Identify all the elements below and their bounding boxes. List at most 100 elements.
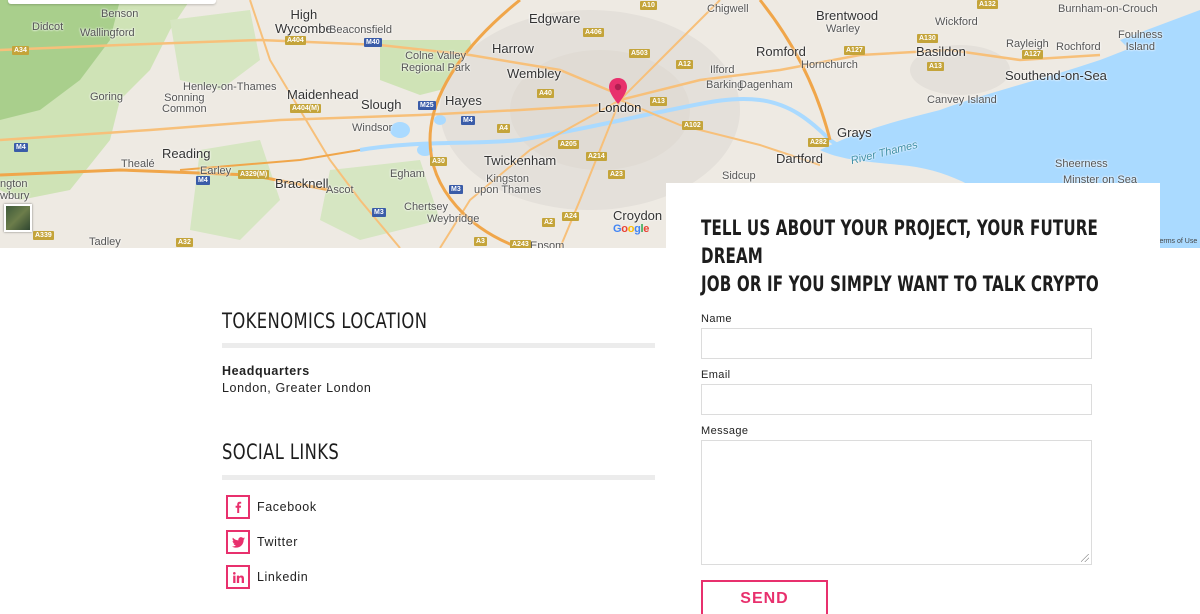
name-label: Name [701, 313, 732, 325]
road-shield: A13 [650, 97, 667, 106]
map-place-label: Southend-on-Sea [1005, 68, 1107, 83]
send-button[interactable]: SEND [701, 580, 828, 614]
map-place-label: Beaconsfield [329, 24, 392, 36]
road-shield: A127 [1022, 50, 1043, 59]
road-shield: A130 [917, 34, 938, 43]
road-shield: M25 [418, 101, 436, 110]
email-input[interactable] [701, 384, 1092, 415]
road-shield: A132 [977, 0, 998, 9]
road-shield: A4 [497, 124, 510, 133]
location-title: Tokenomics Location [222, 309, 428, 333]
map-place-label: Colne Valley Regional Park [401, 50, 471, 74]
map-top-control [8, 0, 216, 4]
twitter-label: Twitter [257, 535, 299, 549]
social-link-twitter[interactable]: Twitter [226, 530, 298, 554]
road-shield: A23 [608, 170, 625, 179]
map-place-label: Ascot [326, 184, 354, 196]
social-link-linkedin[interactable]: Linkedin [226, 565, 308, 589]
road-shield: A2 [542, 218, 555, 227]
linkedin-label: Linkedin [257, 570, 309, 584]
map-place-label: Edgware [529, 11, 581, 26]
map-place-label: Epsom [530, 240, 565, 248]
twitter-icon [226, 530, 250, 554]
map-place-label: Tadley [89, 236, 121, 248]
map-place-label: Burnham-on-Crouch [1058, 3, 1158, 15]
map-place-label: Harrow [492, 41, 534, 56]
heading-line-2: job or if you simply want to talk crypto [701, 272, 1099, 296]
map-city-label: London [598, 100, 642, 115]
contact-form-card: Tell us about your project, your future … [666, 183, 1160, 614]
road-shield: M4 [196, 176, 210, 185]
map-place-label: Canvey Island [927, 94, 997, 106]
social-links-title: Social links [222, 440, 340, 464]
map-place-label: Chigwell [707, 3, 749, 15]
map-place-label: Sidcup [722, 170, 756, 182]
map-place-label: Wickford [935, 16, 978, 28]
map-place-label: Rayleigh [1006, 38, 1049, 50]
map-place-label: Benson [101, 8, 139, 20]
map-place-label: Slough [361, 97, 402, 112]
headquarters-label: Headquarters [222, 364, 310, 378]
map-place-label: Weybridge [427, 213, 480, 225]
message-field-group: Message [701, 425, 1092, 565]
map-place-label: Croydon [613, 208, 663, 223]
map-place-label: Thealé [121, 158, 155, 170]
road-shield: A3 [474, 237, 487, 246]
map-place-label: Kingston upon Thames [474, 173, 542, 196]
map-place-label: Chertsey [404, 201, 449, 213]
map-place-label: Rochford [1056, 41, 1101, 53]
social-link-facebook[interactable]: Facebook [226, 495, 317, 519]
map-place-label: Windsor [352, 122, 393, 134]
road-shield: A214 [586, 152, 607, 161]
road-shield: A10 [640, 1, 657, 10]
map-place-label: Reading [162, 146, 211, 161]
map-place-label: Dagenham [739, 79, 793, 91]
map-place-label: Warley [826, 23, 860, 35]
message-label: Message [701, 425, 749, 437]
road-shield: A339 [33, 231, 54, 240]
map-place-label: Hornchurch [801, 59, 858, 71]
road-shield: A282 [808, 138, 829, 147]
map-place-label: Bracknell [275, 176, 329, 191]
road-shield: M4 [461, 116, 475, 125]
facebook-label: Facebook [257, 500, 317, 514]
resize-handle-icon[interactable] [1081, 554, 1089, 562]
linkedin-icon [226, 565, 250, 589]
map-place-label: Goring [90, 91, 124, 103]
map-place-label: Hayes [445, 93, 482, 108]
road-shield: M40 [364, 38, 382, 47]
map-place-label: Maidenhead [287, 87, 359, 102]
social-divider [222, 475, 655, 480]
road-shield: A40 [537, 89, 554, 98]
road-shield: A127 [844, 46, 865, 55]
map-place-label: Egham [390, 168, 425, 180]
name-input[interactable] [701, 328, 1092, 359]
road-shield: M4 [14, 143, 28, 152]
road-shield: A404 [285, 36, 306, 45]
facebook-icon [226, 495, 250, 519]
map-place-label: Didcot [32, 21, 64, 33]
map-place-label: Twickenham [484, 153, 557, 168]
map-place-label: Basildon [916, 44, 966, 59]
map-terms-link[interactable]: Terms of Use [1156, 238, 1197, 245]
map-place-label: Ilford [710, 64, 735, 76]
email-field-group: Email [701, 369, 1092, 415]
map-place-label: Sonning Common [162, 92, 207, 115]
map-place-label: Barking [706, 79, 744, 91]
google-logo: Google [613, 223, 650, 235]
map-place-label: High Wycombe [275, 7, 333, 36]
road-shield: A34 [12, 46, 29, 55]
headquarters-value: London, Greater London [222, 381, 372, 395]
road-shield: A404(M) [290, 104, 322, 113]
message-textarea[interactable] [701, 440, 1092, 565]
map-place-label: Wembley [507, 66, 561, 81]
road-shield: M3 [449, 185, 463, 194]
map-place-label: Sheerness [1055, 158, 1108, 170]
map-place-label: Foulness Island [1118, 29, 1163, 53]
name-field-group: Name [701, 313, 1092, 359]
satellite-view-toggle[interactable] [4, 204, 32, 232]
contact-form-heading: Tell us about your project, your future … [701, 214, 1104, 298]
map-place-label: ngton [0, 178, 28, 190]
road-shield: A243 [510, 240, 531, 248]
email-label: Email [701, 369, 731, 381]
